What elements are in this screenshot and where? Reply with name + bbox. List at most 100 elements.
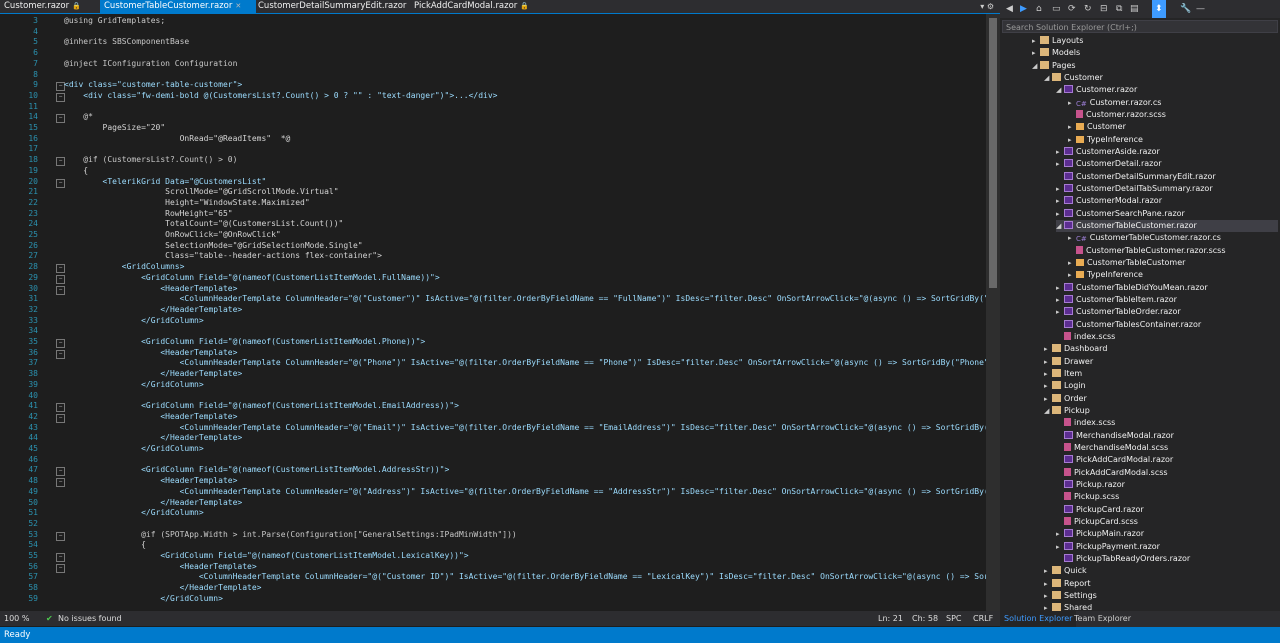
tree-item[interactable]: ▸ CustomerTableItem.razor — [1056, 294, 1278, 306]
tree-item[interactable]: CustomerDetailSummaryEdit.razor — [1056, 171, 1278, 183]
code-line[interactable]: 16 OnRead="@ReadItems" *@ — [0, 134, 986, 145]
code-editor[interactable]: 3 @using GridTemplates; 4 5 @inherits SBSCom… — [0, 14, 986, 611]
spacing-indicator[interactable]: SPC — [946, 611, 962, 626]
tree-item[interactable]: ▸ TypeInference — [1068, 269, 1278, 281]
home-icon[interactable]: ⌂ — [1036, 0, 1042, 18]
tree-item[interactable]: ◢ Customer — [1044, 72, 1278, 84]
code-line[interactable]: 37 <ColumnHeaderTemplate ColumnHeader="@… — [0, 358, 986, 369]
code-line[interactable]: 57 <ColumnHeaderTemplate ColumnHeader="@… — [0, 572, 986, 583]
tab-list-dropdown-icon[interactable]: ▾ ⚙ — [980, 0, 994, 13]
code-line[interactable]: 28− <GridColumns> — [0, 262, 986, 274]
tree-item[interactable]: PickAddCardModal.scss — [1056, 467, 1278, 479]
code-line[interactable]: 6 — [0, 48, 986, 59]
tab-solution-explorer[interactable]: Solution Explorer — [1000, 611, 1077, 627]
tree-item[interactable]: ▸ CustomerModal.razor — [1056, 195, 1278, 207]
expand-toggle-icon[interactable]: ▸ — [1068, 134, 1076, 146]
tree-item[interactable]: ▸ Order — [1044, 393, 1278, 405]
code-line[interactable]: 52 — [0, 519, 986, 530]
tree-item[interactable]: MerchandiseModal.scss — [1056, 442, 1278, 454]
expand-toggle-icon[interactable]: ▸ — [1056, 294, 1064, 306]
tree-item[interactable]: ▸ C# CustomerTableCustomer.razor.cs — [1068, 232, 1278, 244]
scrollbar-thumb[interactable] — [989, 18, 997, 288]
issues-indicator[interactable]: No issues found — [58, 611, 122, 626]
tree-item[interactable]: ▸ PickupPayment.razor — [1056, 541, 1278, 553]
code-line[interactable]: 43 <ColumnHeaderTemplate ColumnHeader="@… — [0, 423, 986, 434]
code-line[interactable]: 44 </HeaderTemplate> — [0, 433, 986, 444]
code-line[interactable]: 19 { — [0, 166, 986, 177]
code-line[interactable]: 38 </HeaderTemplate> — [0, 369, 986, 380]
code-line[interactable]: 36− <HeaderTemplate> — [0, 348, 986, 359]
code-line[interactable]: 21 ScrollMode="@GridScrollMode.Virtual" — [0, 187, 986, 198]
tree-item[interactable]: ◢ Pickup — [1044, 405, 1278, 417]
tree-item[interactable]: ▸ TypeInference — [1068, 134, 1278, 146]
tree-item[interactable]: PickupCard.razor — [1056, 504, 1278, 516]
expand-toggle-icon[interactable]: ▸ — [1068, 232, 1076, 244]
code-line[interactable]: 54 { — [0, 540, 986, 551]
solution-search-input[interactable]: Search Solution Explorer (Ctrl+;) — [1002, 20, 1278, 33]
expand-toggle-icon[interactable]: ▸ — [1044, 590, 1052, 602]
line-ending-indicator[interactable]: CRLF — [973, 611, 993, 626]
code-line[interactable]: 10− <div class="fw-demi-bold @(Customers… — [0, 91, 986, 102]
code-line[interactable]: 39 </GridColumn> — [0, 380, 986, 391]
tree-item[interactable]: ▸ CustomerDetailTabSummary.razor — [1056, 183, 1278, 195]
code-line[interactable]: 51 </GridColumn> — [0, 508, 986, 519]
tree-item[interactable]: ◢ Pages — [1032, 60, 1278, 72]
tree-item[interactable]: ▸ Dashboard — [1044, 343, 1278, 355]
expand-toggle-icon[interactable]: ▸ — [1056, 306, 1064, 318]
expand-toggle-icon[interactable]: ▸ — [1056, 208, 1064, 220]
code-line[interactable]: 50 </HeaderTemplate> — [0, 498, 986, 509]
sync-icon[interactable]: ⟳ — [1068, 0, 1076, 18]
line-indicator[interactable]: Ln: 21 — [878, 611, 903, 626]
collapse-all-icon[interactable]: ⊟ — [1100, 0, 1108, 18]
close-icon[interactable]: ✕ — [235, 2, 241, 10]
code-line[interactable]: 46 — [0, 455, 986, 466]
expand-toggle-icon[interactable]: ▸ — [1044, 368, 1052, 380]
refresh-icon[interactable]: ↻ — [1084, 0, 1092, 18]
tree-item[interactable]: CustomerTablesContainer.razor — [1056, 319, 1278, 331]
code-line[interactable]: 5 @inherits SBSComponentBase — [0, 37, 986, 48]
code-line[interactable]: 41− <GridColumn Field="@(nameof(Customer… — [0, 401, 986, 413]
expand-toggle-icon[interactable]: ▸ — [1044, 380, 1052, 392]
expand-toggle-icon[interactable]: ▸ — [1044, 565, 1052, 577]
tree-item[interactable]: Pickup.razor — [1056, 479, 1278, 491]
expand-toggle-icon[interactable]: ◢ — [1032, 60, 1040, 72]
code-line[interactable]: 9− <div class="customer-table-customer"> — [0, 80, 986, 92]
code-line[interactable]: 4 — [0, 27, 986, 38]
code-line[interactable]: 3 @using GridTemplates; — [0, 16, 986, 27]
code-line[interactable]: 25 OnRowClick="@OnRowClick" — [0, 230, 986, 241]
tab-pickaddcardmodal-razor[interactable]: PickAddCardModal.razor 🔒 — [410, 0, 529, 13]
code-line[interactable]: 56− <HeaderTemplate> — [0, 562, 986, 573]
tab-customertablecustomer-razor[interactable]: CustomerTableCustomer.razor ✕ — [100, 0, 256, 13]
back-icon[interactable]: ◀ — [1006, 0, 1013, 18]
tree-item[interactable]: Customer.razor.scss — [1068, 109, 1278, 121]
expand-toggle-icon[interactable]: ▸ — [1032, 47, 1040, 59]
tab-customerdetailsummaryedit-razor[interactable]: CustomerDetailSummaryEdit.razor — [254, 0, 412, 13]
tree-item[interactable]: MerchandiseModal.razor — [1056, 430, 1278, 442]
tree-item[interactable]: ▸ Settings — [1044, 590, 1278, 602]
code-line[interactable]: 11 — [0, 102, 986, 113]
tree-item[interactable]: ◢ CustomerTableCustomer.razor — [1056, 219, 1278, 232]
code-line[interactable]: 17 — [0, 144, 986, 155]
code-line[interactable]: 49 <ColumnHeaderTemplate ColumnHeader="@… — [0, 487, 986, 498]
code-line[interactable]: 23 RowHeight="65" — [0, 209, 986, 220]
code-line[interactable]: 22 Height="WindowState.Maximized" — [0, 198, 986, 209]
expand-toggle-icon[interactable]: ▸ — [1032, 35, 1040, 47]
expand-toggle-icon[interactable]: ◢ — [1044, 405, 1052, 417]
tree-item[interactable]: ▸ CustomerDetail.razor — [1056, 158, 1278, 170]
code-line[interactable]: 33 </GridColumn> — [0, 316, 986, 327]
tree-item[interactable]: index.scss — [1056, 417, 1278, 429]
code-line[interactable]: 20− <TelerikGrid Data="@CustomersList" — [0, 177, 986, 188]
expand-toggle-icon[interactable]: ▸ — [1068, 121, 1076, 133]
code-line[interactable]: 15 PageSize="20" — [0, 123, 986, 134]
code-line[interactable]: 35− <GridColumn Field="@(nameof(Customer… — [0, 337, 986, 348]
expand-toggle-icon[interactable]: ▸ — [1056, 528, 1064, 540]
code-line[interactable]: 40 — [0, 391, 986, 402]
expand-toggle-icon[interactable]: ▸ — [1056, 158, 1064, 170]
editor-vertical-scrollbar[interactable] — [986, 14, 1000, 611]
tree-item[interactable]: ◢ Customer.razor — [1056, 84, 1278, 96]
code-line[interactable]: 59 </GridColumn> — [0, 594, 986, 605]
tree-item[interactable]: ▸ Item — [1044, 368, 1278, 380]
code-line[interactable]: 26 SelectionMode="@GridSelectionMode.Sin… — [0, 241, 986, 252]
expand-toggle-icon[interactable]: ◢ — [1044, 72, 1052, 84]
expand-toggle-icon[interactable]: ▸ — [1056, 183, 1064, 195]
